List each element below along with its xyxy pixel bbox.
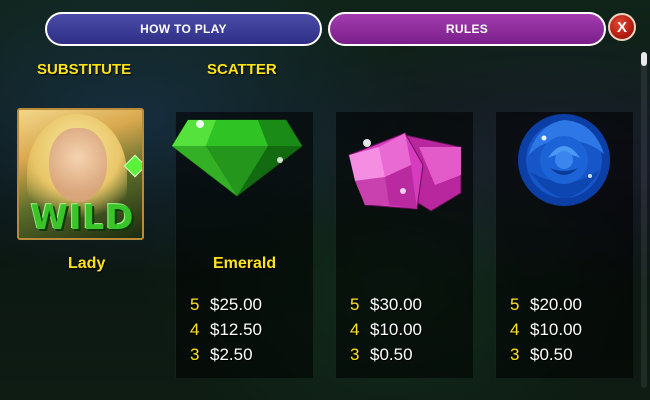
substitute-label: SUBSTITUTE <box>37 61 132 78</box>
pay-amount: $0.50 <box>370 345 413 364</box>
pay-row: 5 $30.00 <box>350 295 422 315</box>
lady-face <box>49 128 107 202</box>
pay-row: 5 $25.00 <box>190 295 262 315</box>
scatter-label: SCATTER <box>207 61 277 78</box>
pay-amount: $10.00 <box>530 320 582 339</box>
pay-count: 5 <box>510 295 520 314</box>
pay-count: 4 <box>190 320 200 339</box>
symbol-name-lady: Lady <box>68 255 106 272</box>
pay-count: 3 <box>350 345 360 364</box>
pay-count: 3 <box>190 345 200 364</box>
pay-count: 4 <box>510 320 520 339</box>
pink-diamond-icon <box>348 132 462 212</box>
wild-text: WILD <box>30 198 135 238</box>
pay-count: 3 <box>510 345 520 364</box>
symbol-name-emerald: Emerald <box>213 255 277 272</box>
pay-row: 4 $10.00 <box>510 320 582 340</box>
pay-count: 5 <box>350 295 360 314</box>
pay-count: 5 <box>190 295 200 314</box>
pay-row: 4 $10.00 <box>350 320 422 340</box>
pay-row: 4 $12.50 <box>190 320 262 340</box>
pay-amount: $30.00 <box>370 295 422 314</box>
pay-count: 4 <box>350 320 360 339</box>
pay-row: 3 $0.50 <box>350 345 413 365</box>
blue-rose-icon <box>518 114 610 206</box>
pay-amount: $10.00 <box>370 320 422 339</box>
pay-amount: $12.50 <box>210 320 262 339</box>
pay-amount: $2.50 <box>210 345 253 364</box>
close-icon: X <box>616 18 627 36</box>
pay-amount: $25.00 <box>210 295 262 314</box>
pay-amount: $0.50 <box>530 345 573 364</box>
top-bar: HOW TO PLAY RULES X <box>0 0 650 50</box>
scrollbar-thumb[interactable] <box>641 52 647 66</box>
scrollbar[interactable] <box>641 52 647 388</box>
pay-amount: $20.00 <box>530 295 582 314</box>
pay-row: 3 $2.50 <box>190 345 253 365</box>
wild-lady-icon: WILD <box>17 108 144 240</box>
emerald-icon <box>171 119 303 197</box>
close-button[interactable]: X <box>608 13 636 41</box>
tab-rules[interactable]: RULES <box>328 12 606 46</box>
pay-row: 3 $0.50 <box>510 345 573 365</box>
tab-how-to-play[interactable]: HOW TO PLAY <box>45 12 322 46</box>
pay-row: 5 $20.00 <box>510 295 582 315</box>
